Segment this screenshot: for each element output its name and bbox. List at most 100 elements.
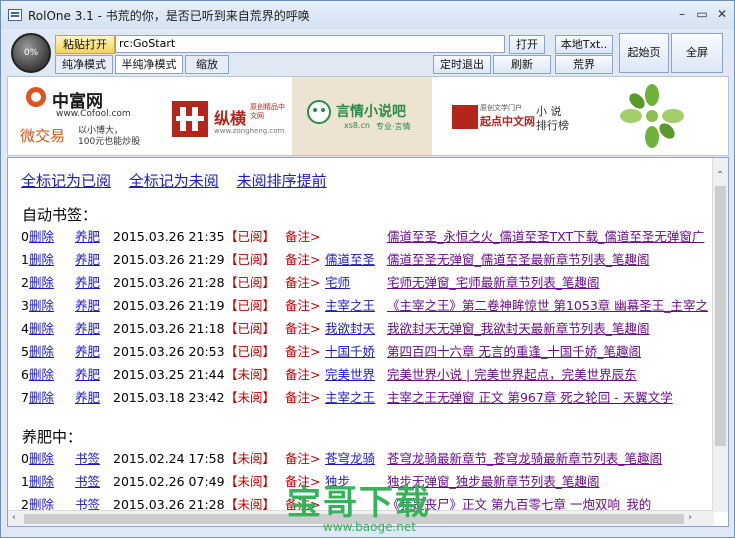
wasteland-button[interactable]: 荒界 <box>555 55 613 74</box>
refresh-button[interactable]: 刷新 <box>493 55 551 74</box>
address-input[interactable]: rc:GoStart <box>115 35 505 53</box>
delete-link[interactable]: 删除 <box>29 296 54 316</box>
note-link[interactable]: 备注> <box>285 250 320 270</box>
fatten-link[interactable]: 养肥 <box>75 296 100 316</box>
maximize-button[interactable]: ▭ <box>693 5 711 23</box>
local-txt-button[interactable]: 本地Txt.. <box>555 35 613 54</box>
read-status: 【已阅】 <box>225 252 276 267</box>
window-title: RolOne 3.1 - 书荒的你，是否已听到来自荒界的呼唤 <box>28 9 310 23</box>
scroll-up-icon[interactable]: ⌃ <box>716 170 724 181</box>
progress-orb[interactable]: 0% <box>11 33 51 73</box>
chapter-link[interactable]: 第四百四十六章 无言的重逢_十国千娇_笔趣阁 <box>387 342 641 362</box>
chapter-link[interactable]: 完美世界小说 | 完美世界起点，完美世界辰东 <box>387 365 637 385</box>
note-link[interactable]: 备注> <box>285 227 320 247</box>
cofool-slogan-line2: 100元也能炒股 <box>78 137 141 147</box>
close-button[interactable]: ✕ <box>713 5 731 23</box>
zongheng-ad[interactable]: 纵横 原创精品中文网 www.zongheng.com <box>156 77 292 155</box>
chapter-link[interactable]: 苍穹龙骑最新章节_苍穹龙骑最新章节列表_笔趣阁 <box>387 449 662 469</box>
timestamp: 2015.03.26 20:53 <box>113 344 225 359</box>
qidian-side2: 排行榜 <box>536 119 569 132</box>
read-status: 【未阅】 <box>225 474 276 489</box>
unread-first-link[interactable]: 未阅排序提前 <box>237 172 327 190</box>
read-status: 【未阅】 <box>225 367 276 382</box>
book-name-link[interactable]: 完美世界 <box>325 365 375 385</box>
chapter-link[interactable]: 《主宰之王》第二卷神眸惊世 第1053章 幽幕圣王_主宰之 <box>387 296 708 316</box>
delete-link[interactable]: 删除 <box>29 365 54 385</box>
book-name-link[interactable]: 主宰之王 <box>325 388 375 408</box>
note-link[interactable]: 备注> <box>285 342 320 362</box>
qidian-ad[interactable]: 原创文学门户 起点中文网 小 说 排行榜 <box>432 77 572 155</box>
delete-link[interactable]: 删除 <box>29 472 54 492</box>
chapter-link[interactable]: 儒道至圣_永恒之火_儒道至圣TXT下载_儒道至圣无弹窗广 <box>387 227 704 247</box>
qidian-brand: 起点中文网 <box>480 115 535 128</box>
bookmark-page: 全标记为已阅 全标记为未阅 未阅排序提前 自动书签： 0 删除 养肥 2015.03.… <box>7 157 729 527</box>
delete-link[interactable]: 删除 <box>29 227 54 247</box>
delete-link[interactable]: 删除 <box>29 388 54 408</box>
mark-all-unread-link[interactable]: 全标记为未阅 <box>129 172 219 190</box>
delete-link[interactable]: 删除 <box>29 250 54 270</box>
book-name-link[interactable]: 儒道至圣 <box>325 250 375 270</box>
chapter-link[interactable]: 我欲封天无弹窗_我欲封天最新章节列表_笔趣阁 <box>387 319 650 339</box>
note-link[interactable]: 备注> <box>285 319 320 339</box>
fatten-link[interactable]: 养肥 <box>75 273 100 293</box>
fatten-link[interactable]: 养肥 <box>75 250 100 270</box>
zongheng-url: www.zongheng.com <box>214 127 285 135</box>
xs8-ad[interactable]: 言情小说吧 xs8.cn 专业·言情 <box>292 77 432 155</box>
timestamp: 2015.03.26 21:19 <box>113 298 225 313</box>
bookmark-link[interactable]: 书签 <box>75 449 100 469</box>
scroll-right-icon[interactable]: › <box>688 512 692 523</box>
cofool-ad[interactable]: 中富网 www.Cofool.com 微交易 以小博大， 100元也能炒股 <box>8 77 156 155</box>
fatten-link[interactable]: 养肥 <box>75 227 100 247</box>
row-index: 2 <box>21 275 29 290</box>
book-name-link[interactable]: 宅师 <box>325 273 350 293</box>
fatten-link[interactable]: 养肥 <box>75 365 100 385</box>
cofool-url: www.Cofool.com <box>56 109 131 119</box>
tab-half-pure-mode[interactable]: 半纯净模式 <box>115 55 183 74</box>
fatten-link[interactable]: 养肥 <box>75 388 100 408</box>
watermark-brand: 宝哥下载 <box>287 483 431 523</box>
minimize-button[interactable]: – <box>673 5 691 23</box>
timestamp: 2015.03.25 21:44 <box>113 367 225 382</box>
mark-all-read-link[interactable]: 全标记为已阅 <box>21 172 111 190</box>
paste-open-button[interactable]: 粘贴打开 <box>55 35 115 54</box>
note-link[interactable]: 备注> <box>285 449 320 469</box>
vertical-scroll-thumb[interactable] <box>715 186 726 446</box>
row-index: 0 <box>21 229 29 244</box>
timestamp: 2015.03.26 21:18 <box>113 321 225 336</box>
open-button[interactable]: 打开 <box>509 35 545 54</box>
note-link[interactable]: 备注> <box>285 388 320 408</box>
home-button[interactable]: 起始页 <box>619 33 669 73</box>
timed-exit-button[interactable]: 定时退出 <box>433 55 491 74</box>
delete-link[interactable]: 删除 <box>29 319 54 339</box>
note-link[interactable]: 备注> <box>285 365 320 385</box>
read-status: 【已阅】 <box>225 275 276 290</box>
fullscreen-button[interactable]: 全屏 <box>671 33 723 73</box>
note-link[interactable]: 备注> <box>285 296 320 316</box>
book-name-link[interactable]: 苍穹龙骑 <box>325 449 375 469</box>
top-links: 全标记为已阅 全标记为未阅 未阅排序提前 <box>21 170 340 191</box>
zongheng-logo-icon <box>172 101 208 137</box>
vertical-scrollbar[interactable]: ⌃ <box>712 158 728 512</box>
xs8-url: xs8.cn <box>344 121 371 130</box>
row-index: 5 <box>21 344 29 359</box>
chapter-link[interactable]: 宅师无弹窗_宅师最新章节列表_笔趣阁 <box>387 273 600 293</box>
tab-pure-mode[interactable]: 纯净模式 <box>55 55 113 74</box>
book-name-link[interactable]: 我欲封天 <box>325 319 375 339</box>
chapter-link[interactable]: 主宰之王无弹窗 正文 第967章 死之轮回 - 天翼文学 <box>387 388 673 408</box>
chapter-link[interactable]: 儒道至圣无弹窗_儒道至圣最新章节列表_笔趣阁 <box>387 250 650 270</box>
note-link[interactable]: 备注> <box>285 273 320 293</box>
fatten-link[interactable]: 养肥 <box>75 342 100 362</box>
delete-link[interactable]: 删除 <box>29 273 54 293</box>
tab-zoom[interactable]: 缩放 <box>185 55 229 74</box>
bookmark-link[interactable]: 书签 <box>75 472 100 492</box>
fatten-link[interactable]: 养肥 <box>75 319 100 339</box>
delete-link[interactable]: 删除 <box>29 449 54 469</box>
leaf-ad[interactable] <box>572 77 728 155</box>
scroll-left-icon[interactable]: ‹ <box>12 512 16 523</box>
row-index: 1 <box>21 252 29 267</box>
fattening-heading: 养肥中： <box>22 428 83 446</box>
book-name-link[interactable]: 十国千娇 <box>325 342 375 362</box>
delete-link[interactable]: 删除 <box>29 342 54 362</box>
book-name-link[interactable]: 主宰之王 <box>325 296 375 316</box>
timestamp: 2015.03.26 21:28 <box>113 275 225 290</box>
